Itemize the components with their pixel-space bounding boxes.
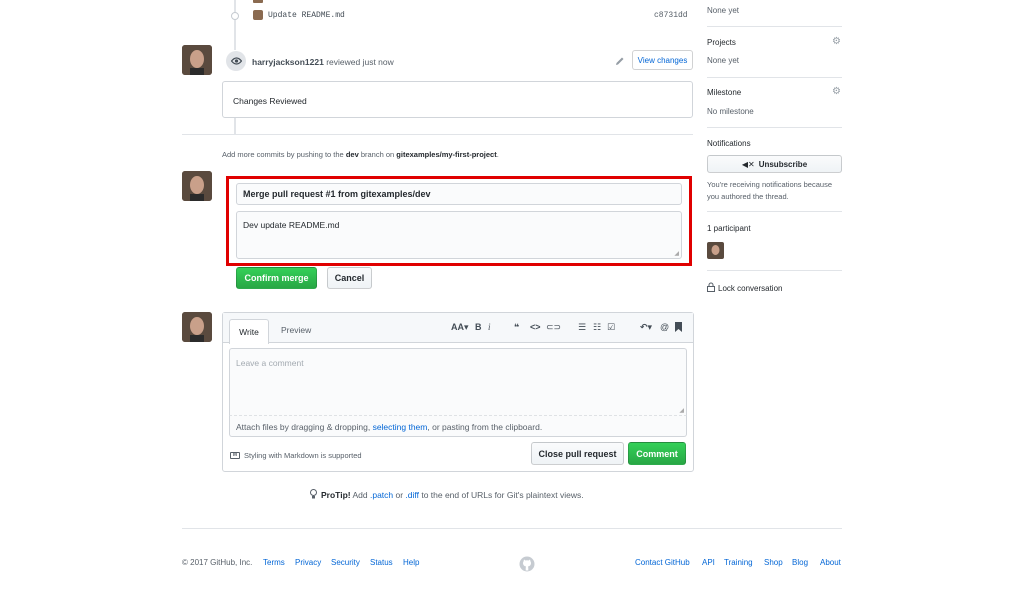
code-icon[interactable]: <> [530,322,541,332]
review-body-box: Changes Reviewed [222,81,693,118]
reply-icon[interactable]: ↶▾ [640,322,652,332]
projects-gear-icon[interactable]: ⚙ [832,37,841,47]
bullet-list-icon[interactable]: ☰ [578,322,586,332]
sidebar-divider [707,270,842,271]
footer-link-api[interactable]: API [702,558,715,567]
task-list-icon[interactable]: ☑ [607,322,615,332]
patch-link[interactable]: .patch [370,490,393,500]
eye-icon [226,51,246,71]
quote-icon[interactable]: ❝ [514,322,519,332]
push-hint: Add more commits by pushing to the dev b… [222,150,499,159]
sidebar-divider [707,26,842,27]
footer-link-shop[interactable]: Shop [764,558,783,567]
tab-write[interactable]: Write [229,319,269,344]
reviewers-value: None yet [707,6,740,15]
projects-title[interactable]: Projects [707,38,736,47]
tab-preview[interactable]: Preview [281,325,311,335]
lightbulb-icon [310,489,317,501]
footer-link-help[interactable]: Help [403,558,419,567]
unsubscribe-button[interactable]: ◀✕ Unsubscribe [707,155,842,173]
merge-title-input[interactable]: Merge pull request #1 from gitexamples/d… [236,183,682,205]
text-size-icon[interactable]: AA▾ [451,322,469,332]
markdown-icon: M [230,452,240,459]
bookmark-icon[interactable] [675,322,682,332]
protip: ProTip! Add .patch or .diff to the end o… [310,489,584,501]
reviewer-avatar[interactable] [182,45,212,75]
comment-avatar[interactable] [182,312,212,342]
confirm-merge-button[interactable]: Confirm merge [236,267,317,289]
merge-body-textarea[interactable]: Dev update README.md ◢ [236,211,682,259]
pencil-icon[interactable] [615,56,625,66]
review-action: reviewed just now [326,57,394,67]
numbered-list-icon[interactable]: ☷ [593,322,601,332]
timeline-line-mid [234,117,236,135]
participants-title: 1 participant [707,224,751,233]
partial-commit-row [253,0,693,3]
footer-copyright: © 2017 GitHub, Inc. [182,558,253,567]
lock-icon [707,282,715,294]
footer-link-status[interactable]: Status [370,558,393,567]
select-files-link[interactable]: selecting them [373,422,428,432]
sidebar-divider [707,77,842,78]
footer-link-contact[interactable]: Contact GitHub [635,558,690,567]
lock-conversation-link[interactable]: Lock conversation [707,282,782,294]
resize-handle-icon[interactable]: ◢ [674,250,679,257]
footer-link-training[interactable]: Training [724,558,753,567]
reviewer-username[interactable]: harryjackson1221 [252,57,324,67]
review-body-text: Changes Reviewed [233,96,307,106]
timeline-divider [182,134,693,135]
footer-divider [182,528,842,529]
view-changes-button[interactable]: View changes [632,50,693,70]
milestone-gear-icon[interactable]: ⚙ [832,87,841,97]
bold-icon[interactable]: B [475,322,482,332]
commit-sha[interactable]: c8731dd [654,11,688,20]
merge-avatar[interactable] [182,171,212,201]
footer-link-terms[interactable]: Terms [263,558,285,567]
comment-textarea[interactable]: Leave a comment ◢ [229,348,687,415]
link-icon[interactable]: ⊂⊃ [546,322,561,332]
commit-message[interactable]: Update README.md [268,11,345,20]
notifications-title: Notifications [707,139,751,148]
projects-value: None yet [707,56,740,65]
comment-button[interactable]: Comment [628,442,686,465]
mention-icon[interactable]: @ [660,322,669,332]
footer-link-security[interactable]: Security [331,558,360,567]
footer-link-about[interactable]: About [820,558,841,567]
markdown-note[interactable]: M Styling with Markdown is supported [230,451,362,460]
footer-link-privacy[interactable]: Privacy [295,558,321,567]
close-pull-request-button[interactable]: Close pull request [531,442,624,465]
milestone-title[interactable]: Milestone [707,88,741,97]
diff-link[interactable]: .diff [405,490,419,500]
sidebar-divider [707,211,842,212]
notifications-reason-1: You're receiving notifications because [707,180,832,189]
sidebar-divider [707,127,842,128]
cancel-merge-button[interactable]: Cancel [327,267,372,289]
resize-handle-icon[interactable]: ◢ [679,407,684,414]
milestone-value: No milestone [707,107,754,116]
notifications-reason-2: you authored the thread. [707,192,789,201]
commit-avatar [253,10,263,20]
attach-files-bar[interactable]: Attach files by dragging & dropping, sel… [229,415,687,437]
participant-avatar[interactable] [707,242,724,259]
github-octocat-icon[interactable] [519,556,535,572]
mute-icon: ◀✕ [741,159,755,169]
commit-dot [231,12,239,20]
footer-link-blog[interactable]: Blog [792,558,808,567]
italic-icon[interactable]: i [488,322,491,332]
review-header: harryjackson1221 reviewed just now [252,57,394,67]
timeline-line-top [234,0,236,50]
